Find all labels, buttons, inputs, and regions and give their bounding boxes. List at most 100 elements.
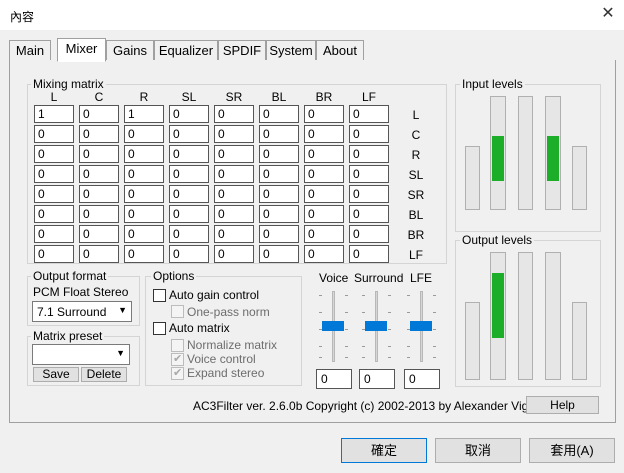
matrix-cell-input[interactable]: 0: [34, 185, 74, 203]
cancel-button[interactable]: 取消: [435, 438, 521, 463]
matrix-cell-input[interactable]: 0: [349, 105, 389, 123]
tab-main[interactable]: Main: [9, 40, 51, 61]
expand-stereo-checkbox[interactable]: ✔: [171, 367, 184, 380]
matrix-cell-input[interactable]: 0: [214, 105, 254, 123]
matrix-cell-input[interactable]: 0: [124, 225, 164, 243]
apply-button[interactable]: 套用(A): [529, 438, 615, 463]
matrix-cell-input[interactable]: 0: [304, 165, 344, 183]
matrix-cell-input[interactable]: 0: [124, 125, 164, 143]
matrix-cell-input[interactable]: 1: [34, 105, 74, 123]
matrix-cell-input[interactable]: 0: [79, 185, 119, 203]
matrix-cell-input[interactable]: 0: [79, 165, 119, 183]
matrix-cell-input[interactable]: 0: [169, 185, 209, 203]
matrix-cell-input[interactable]: 0: [34, 125, 74, 143]
matrix-cell-input[interactable]: 0: [304, 145, 344, 163]
matrix-cell-input[interactable]: 0: [349, 185, 389, 203]
matrix-cell-input[interactable]: 0: [349, 165, 389, 183]
matrix-cell-input[interactable]: 1: [124, 105, 164, 123]
matrix-cell-input[interactable]: 0: [304, 225, 344, 243]
matrix-cell-input[interactable]: 0: [259, 125, 299, 143]
matrix-cell-input[interactable]: 0: [214, 125, 254, 143]
matrix-cell-input[interactable]: 0: [259, 245, 299, 263]
slider-value-input[interactable]: 0: [359, 369, 395, 389]
tab-equalizer[interactable]: Equalizer: [154, 40, 218, 61]
tab-mixer[interactable]: Mixer: [57, 38, 106, 62]
matrix-cell-input[interactable]: 0: [124, 245, 164, 263]
tab-about[interactable]: About: [316, 40, 364, 61]
matrix-cell-input[interactable]: 0: [169, 125, 209, 143]
matrix-cell-input[interactable]: 0: [214, 145, 254, 163]
matrix-cell-input[interactable]: 0: [259, 185, 299, 203]
slider-tick: [319, 295, 322, 296]
normalize-matrix-checkbox[interactable]: [171, 339, 184, 352]
matrix-cell-input[interactable]: 0: [259, 145, 299, 163]
matrix-column-header: BR: [315, 90, 333, 104]
matrix-cell-input[interactable]: 0: [79, 245, 119, 263]
voice-control-checkbox[interactable]: ✔: [171, 353, 184, 366]
matrix-cell-input[interactable]: 0: [259, 105, 299, 123]
matrix-cell-input[interactable]: 0: [304, 245, 344, 263]
tab-system[interactable]: System: [266, 40, 316, 61]
matrix-cell-input[interactable]: 0: [124, 185, 164, 203]
output-format-select[interactable]: 7.1 Surround ▼: [32, 301, 132, 322]
matrix-cell-input[interactable]: 0: [349, 225, 389, 243]
auto-matrix-checkbox[interactable]: [153, 322, 166, 335]
matrix-cell-input[interactable]: 0: [304, 185, 344, 203]
matrix-cell-input[interactable]: 0: [214, 165, 254, 183]
delete-preset-button[interactable]: Delete: [81, 367, 127, 382]
matrix-cell-input[interactable]: 0: [259, 205, 299, 223]
close-icon[interactable]: ✕: [598, 4, 618, 24]
matrix-cell-input[interactable]: 0: [169, 105, 209, 123]
matrix-cell-input[interactable]: 0: [349, 145, 389, 163]
matrix-cell-input[interactable]: 0: [169, 165, 209, 183]
tab-gains[interactable]: Gains: [106, 40, 154, 61]
save-preset-button[interactable]: Save: [33, 367, 79, 382]
matrix-cell-input[interactable]: 0: [214, 225, 254, 243]
one-pass-norm-checkbox[interactable]: [171, 305, 184, 318]
matrix-cell-input[interactable]: 0: [259, 165, 299, 183]
slider-value-input[interactable]: 0: [404, 369, 440, 389]
slider-thumb[interactable]: [322, 321, 344, 331]
matrix-cell-input[interactable]: 0: [169, 245, 209, 263]
matrix-row-label: BL: [408, 208, 424, 222]
matrix-cell-input[interactable]: 0: [79, 105, 119, 123]
level-meter: [465, 302, 480, 380]
matrix-cell-input[interactable]: 0: [349, 205, 389, 223]
matrix-cell-input[interactable]: 0: [169, 225, 209, 243]
matrix-cell-input[interactable]: 0: [34, 225, 74, 243]
matrix-cell-input[interactable]: 0: [169, 145, 209, 163]
matrix-cell-input[interactable]: 0: [259, 225, 299, 243]
matrix-cell-input[interactable]: 0: [304, 105, 344, 123]
matrix-cell-input[interactable]: 0: [214, 205, 254, 223]
tab-spdif[interactable]: SPDIF: [218, 40, 266, 61]
matrix-cell-input[interactable]: 0: [124, 145, 164, 163]
slider-thumb[interactable]: [410, 321, 432, 331]
matrix-cell-input[interactable]: 0: [214, 245, 254, 263]
slider-thumb[interactable]: [365, 321, 387, 331]
matrix-cell-input[interactable]: 0: [349, 245, 389, 263]
matrix-cell-input[interactable]: 0: [34, 245, 74, 263]
matrix-cell-input[interactable]: 0: [214, 185, 254, 203]
matrix-preset-select[interactable]: ▼: [32, 344, 130, 365]
slider-value-input[interactable]: 0: [316, 369, 352, 389]
slider-tick: [319, 357, 322, 358]
matrix-cell-input[interactable]: 0: [349, 125, 389, 143]
matrix-cell-input[interactable]: 0: [304, 125, 344, 143]
output-levels-title: Output levels: [460, 233, 535, 247]
matrix-cell-input[interactable]: 0: [169, 205, 209, 223]
matrix-cell-input[interactable]: 0: [124, 205, 164, 223]
auto-gain-checkbox[interactable]: [153, 289, 166, 302]
matrix-cell-input[interactable]: 0: [79, 125, 119, 143]
copyright-text: AC3Filter ver. 2.6.0b Copyright (c) 2002…: [193, 399, 559, 413]
matrix-cell-input[interactable]: 0: [79, 145, 119, 163]
matrix-cell-input[interactable]: 0: [124, 165, 164, 183]
matrix-cell-input[interactable]: 0: [79, 205, 119, 223]
help-button[interactable]: Help: [526, 396, 599, 414]
matrix-cell-input[interactable]: 0: [304, 205, 344, 223]
matrix-cell-input[interactable]: 0: [34, 165, 74, 183]
matrix-cell-input[interactable]: 0: [34, 205, 74, 223]
level-meter: [465, 146, 480, 210]
matrix-cell-input[interactable]: 0: [34, 145, 74, 163]
ok-button[interactable]: 確定: [341, 438, 427, 463]
matrix-cell-input[interactable]: 0: [79, 225, 119, 243]
